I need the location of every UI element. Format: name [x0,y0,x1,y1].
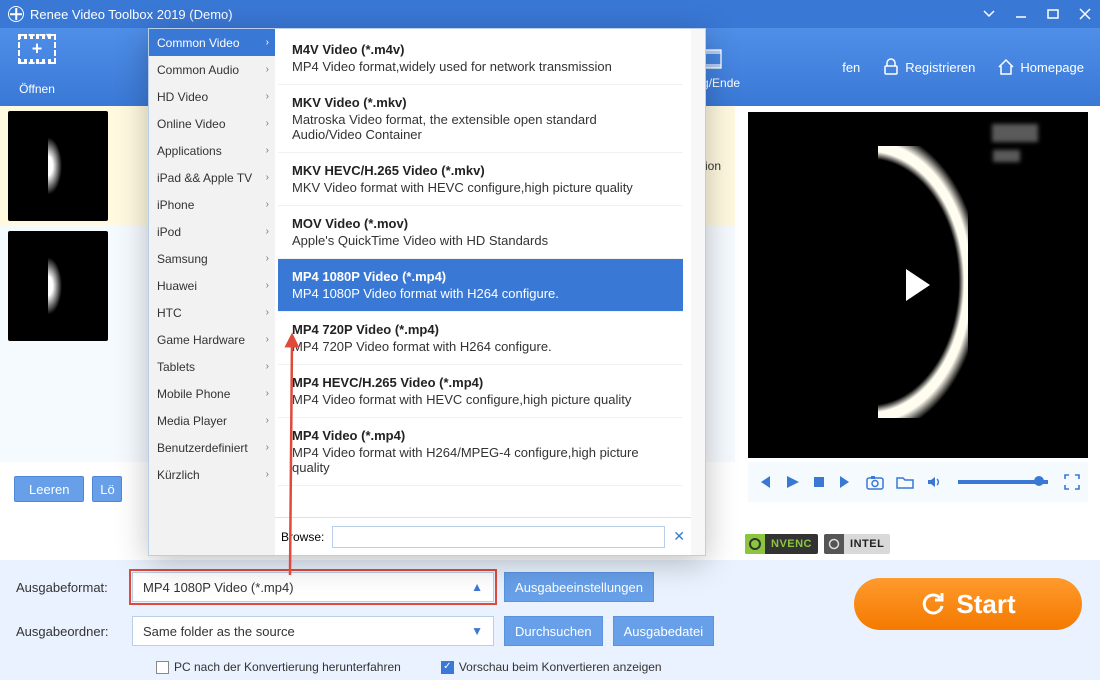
output-format-label: Ausgabeformat: [16,580,122,595]
format-item[interactable]: MKV HEVC/H.265 Video (*.mkv)MKV Video fo… [278,153,683,206]
category-item[interactable]: Kürzlich› [149,461,275,488]
open-file-button[interactable]: + ▾ Öffnen [0,28,74,106]
category-item[interactable]: Mobile Phone› [149,380,275,407]
next-button[interactable] [838,474,854,490]
category-item[interactable]: iPad && Apple TV› [149,164,275,191]
scrollbar[interactable] [691,29,705,555]
chevron-down-icon: ▼ [471,624,483,638]
lock-icon [882,58,900,76]
shutdown-checkbox[interactable]: PC nach der Konvertierung herunterfahren [156,660,401,674]
delete-button[interactable]: Lö [92,476,122,502]
category-item[interactable]: Tablets› [149,353,275,380]
category-item[interactable]: Benutzerdefiniert› [149,434,275,461]
format-item[interactable]: MP4 720P Video (*.mp4)MP4 720P Video for… [278,312,683,365]
output-folder-label: Ausgabeordner: [16,624,122,639]
category-item[interactable]: Common Audio› [149,56,275,83]
intel-badge: INTEL [824,534,890,554]
home-icon [997,58,1015,76]
category-item[interactable]: Huawei› [149,272,275,299]
category-item[interactable]: Common Video› [149,29,275,56]
output-settings-panel: Ausgabeformat: MP4 1080P Video (*.mp4) ▲… [0,560,1100,680]
format-category-list[interactable]: Common Video›Common Audio›HD Video›Onlin… [149,29,275,555]
close-button[interactable] [1078,7,1092,21]
homepage-link[interactable]: Homepage [997,58,1084,76]
clear-input-icon[interactable]: ✕ [673,528,685,545]
browse-input[interactable] [332,526,665,548]
volume-slider[interactable] [958,480,1048,484]
category-item[interactable]: Media Player› [149,407,275,434]
category-item[interactable]: Online Video› [149,110,275,137]
open-label: Öffnen [0,82,74,96]
format-list[interactable]: M4V Video (*.m4v)MP4 Video format,widely… [275,29,691,517]
preview-checkbox[interactable]: Vorschau beim Konvertieren anzeigen [441,660,662,674]
video-thumbnail [8,111,108,221]
format-item[interactable]: MOV Video (*.mov)Apple's QuickTime Video… [278,206,683,259]
play-control-button[interactable] [784,474,800,490]
browse-button[interactable]: Durchsuchen [504,616,603,646]
format-item[interactable]: MP4 1080P Video (*.mp4)MP4 1080P Video f… [278,259,683,312]
prev-button[interactable] [756,474,772,490]
menu-down-icon[interactable] [982,7,996,21]
snapshot-button[interactable] [866,474,884,490]
format-item[interactable]: MKV Video (*.mkv)Matroska Video format, … [278,85,683,153]
start-button[interactable]: Start [854,578,1082,630]
refresh-icon [920,591,946,617]
clear-button[interactable]: Leeren [14,476,84,502]
category-item[interactable]: HTC› [149,299,275,326]
volume-icon[interactable] [926,474,942,490]
play-button[interactable] [906,269,930,301]
link-truncated[interactable]: fen [842,60,860,75]
format-item[interactable]: MP4 Video (*.mp4)MP4 Video format with H… [278,418,683,486]
register-link[interactable]: Registrieren [882,58,975,76]
checkbox-icon [441,661,454,674]
category-item[interactable]: iPod› [149,218,275,245]
media-controls [748,462,1088,502]
browse-row: Browse: ✕ [275,517,691,555]
browse-label: Browse: [281,530,324,544]
output-settings-button[interactable]: Ausgabeeinstellungen [504,572,654,602]
blurred-region [993,150,1020,162]
category-item[interactable]: Game Hardware› [149,326,275,353]
category-item[interactable]: HD Video› [149,83,275,110]
format-dropdown-popover: Common Video›Common Audio›HD Video›Onlin… [148,28,706,556]
category-item[interactable]: Applications› [149,137,275,164]
output-format-combo[interactable]: MP4 1080P Video (*.mp4) ▲ [132,572,494,602]
maximize-button[interactable] [1046,7,1060,21]
checkbox-icon [156,661,169,674]
video-thumbnail [8,231,108,341]
folder-button[interactable] [896,474,914,490]
chevron-up-icon: ▲ [471,580,483,594]
format-item[interactable]: MP4 HEVC/H.265 Video (*.mp4)MP4 Video fo… [278,365,683,418]
minimize-button[interactable] [1014,7,1028,21]
video-preview [748,112,1088,458]
fullscreen-button[interactable] [1064,474,1080,490]
title-bar: Renee Video Toolbox 2019 (Demo) [0,0,1100,28]
output-file-button[interactable]: Ausgabedatei [613,616,715,646]
blurred-region [992,124,1038,142]
window-title: Renee Video Toolbox 2019 (Demo) [30,7,233,22]
output-folder-combo[interactable]: Same folder as the source ▼ [132,616,494,646]
nvenc-badge: NVENC [745,534,818,554]
category-item[interactable]: iPhone› [149,191,275,218]
category-item[interactable]: Samsung› [149,245,275,272]
stop-button[interactable] [812,475,826,489]
app-logo-icon [8,6,24,22]
format-item[interactable]: M4V Video (*.m4v)MP4 Video format,widely… [278,32,683,85]
